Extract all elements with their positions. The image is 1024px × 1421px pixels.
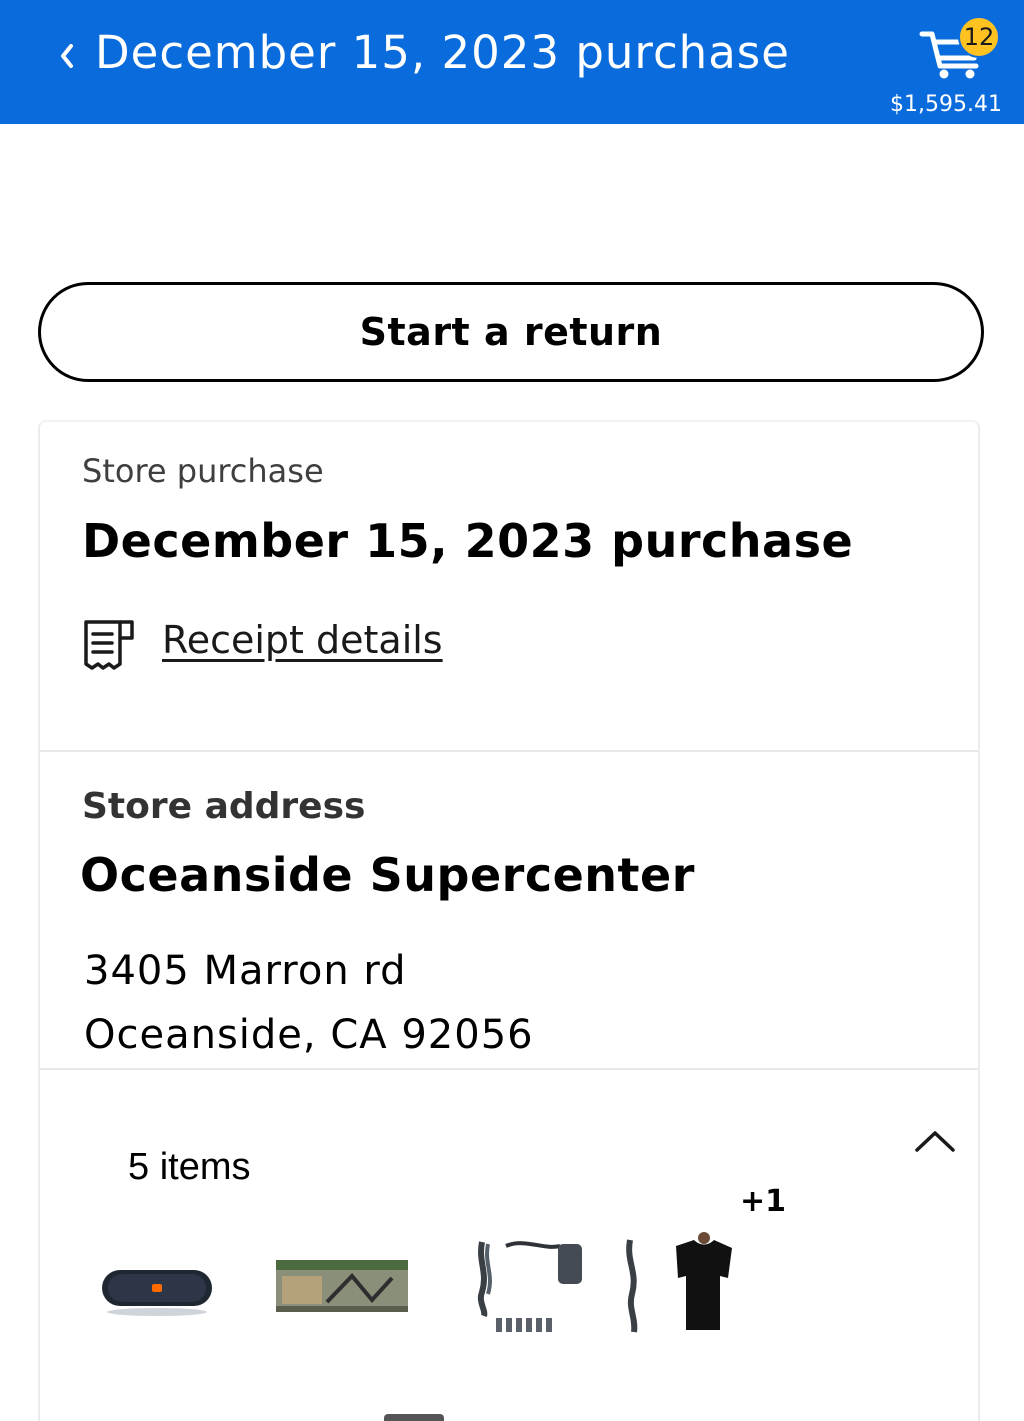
cart-count-badge: 12 [958,16,1000,58]
section-divider [40,750,978,752]
app-header: December 15, 2023 purchase 12 $1,595.41 [0,0,1024,124]
collapse-items-button[interactable] [912,1120,958,1160]
purchase-title: December 15, 2023 purchase [82,514,854,568]
section-divider [40,1068,978,1070]
receipt-icon [84,620,134,670]
speaker-image[interactable] [92,1232,222,1342]
purchase-type-label: Store purchase [82,452,324,490]
items-count: 5 items [128,1146,251,1188]
page-title: December 15, 2023 purchase [95,26,790,79]
more-items-count[interactable]: +1 [740,1184,786,1219]
address-line-2: Oceanside, CA 92056 [84,1012,534,1058]
power-adapter-image[interactable] [464,1232,594,1342]
back-button[interactable] [56,36,80,76]
store-address-label: Store address [82,786,366,827]
address-line-1: 3405 Marron rd [84,948,407,994]
chevron-up-icon [915,1131,955,1152]
t-shirt-image[interactable] [616,1232,746,1342]
boxed-product-image[interactable] [272,1232,412,1342]
cart-total: $1,595.41 [890,92,1002,117]
start-return-button[interactable]: Start a return [38,282,984,382]
receipt-details-link[interactable]: Receipt details [162,618,443,662]
purchase-card: Store purchase December 15, 2023 purchas… [38,420,980,1421]
bottom-edge-element [384,1414,444,1421]
store-name: Oceanside Supercenter [80,848,695,902]
chevron-left-icon [61,44,73,68]
